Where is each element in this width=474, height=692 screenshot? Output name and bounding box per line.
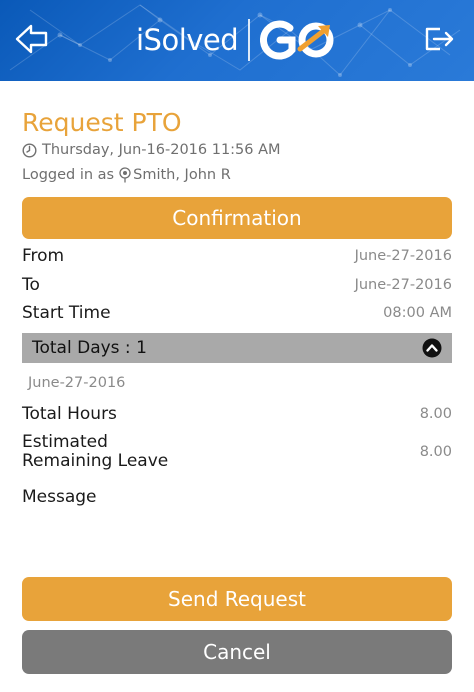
logout-button[interactable] xyxy=(420,22,458,56)
remaining-leave-label-line2: Remaining Leave xyxy=(22,451,169,471)
chevron-up-icon xyxy=(422,338,442,358)
from-value: June-27-2016 xyxy=(354,248,452,264)
remaining-leave-value: 8.00 xyxy=(419,444,452,460)
from-label: From xyxy=(22,246,65,266)
remaining-leave-label: Estimated Remaining Leave xyxy=(22,433,168,471)
total-days-toggle[interactable]: Total Days : 1 xyxy=(22,333,452,363)
logged-in-prefix: Logged in as xyxy=(22,167,115,183)
message-label: Message xyxy=(22,487,97,507)
start-time-row: Start Time 08:00 AM xyxy=(22,303,452,323)
datetime-text: Thursday, Jun-16-2016 11:56 AM xyxy=(42,142,281,158)
app-header: iSolved xyxy=(0,0,474,81)
brand-name: iSolved xyxy=(136,23,239,57)
page-title: Request PTO xyxy=(22,108,182,137)
send-request-button[interactable]: Send Request xyxy=(22,577,452,621)
go-logo-icon xyxy=(260,20,334,60)
cancel-button[interactable]: Cancel xyxy=(22,630,452,674)
from-row: From June-27-2016 xyxy=(22,246,452,266)
start-time-label: Start Time xyxy=(22,303,111,323)
logout-icon xyxy=(425,27,454,51)
back-arrow-icon xyxy=(15,24,48,54)
current-datetime: Thursday, Jun-16-2016 11:56 AM xyxy=(22,142,281,158)
remaining-leave-row: Estimated Remaining Leave 8.00 xyxy=(22,433,452,471)
app-logo: iSolved xyxy=(136,19,340,61)
user-name: Smith, John R xyxy=(133,167,231,183)
remaining-leave-label-line1: Estimated xyxy=(22,432,108,452)
brand-divider xyxy=(248,19,251,61)
clock-icon xyxy=(22,142,37,158)
user-pin-icon xyxy=(119,167,131,183)
total-days-label: Total Days : 1 xyxy=(32,338,147,358)
confirmation-label: Confirmation xyxy=(172,206,302,230)
back-button[interactable] xyxy=(14,22,50,56)
total-hours-row: Total Hours 8.00 xyxy=(22,404,452,424)
to-row: To June-27-2016 xyxy=(22,275,452,295)
total-hours-label: Total Hours xyxy=(22,404,117,424)
confirmation-banner: Confirmation xyxy=(22,197,452,239)
to-label: To xyxy=(22,275,40,295)
start-time-value: 08:00 AM xyxy=(383,305,452,321)
logged-in-info: Logged in as Smith, John R xyxy=(22,167,231,183)
to-value: June-27-2016 xyxy=(354,277,452,293)
day-date-item: June-27-2016 xyxy=(28,375,126,391)
total-hours-value: 8.00 xyxy=(419,406,452,422)
